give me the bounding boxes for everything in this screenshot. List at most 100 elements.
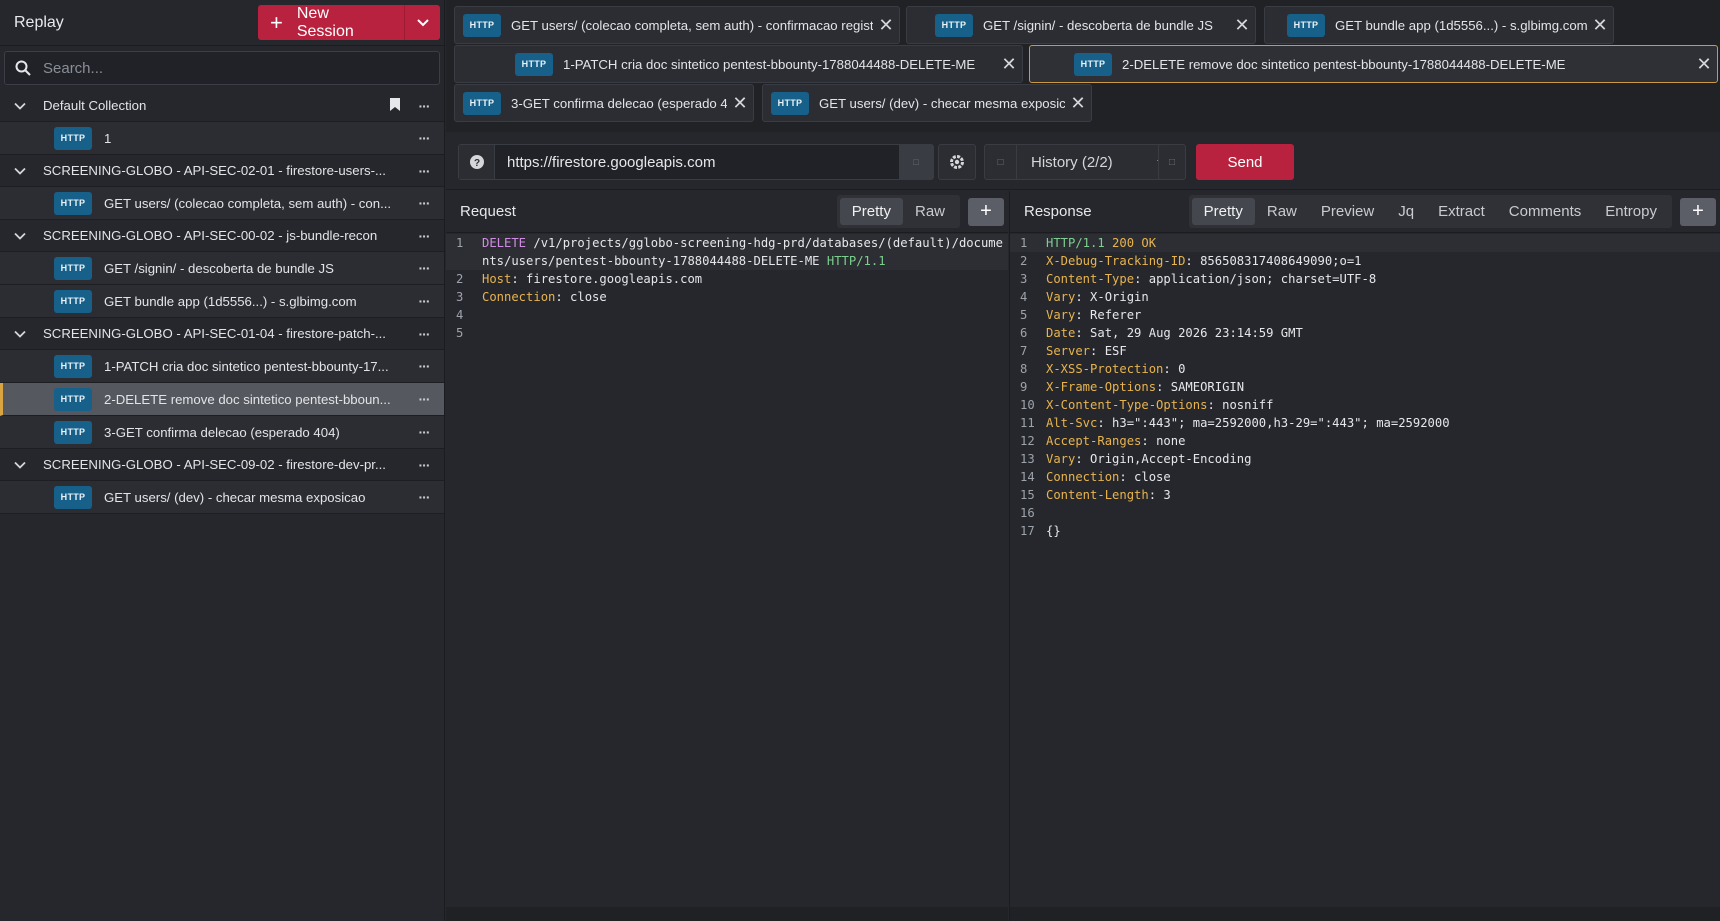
session-tab[interactable]: HTTP GET users/ (dev) - checar mesma expo…	[762, 84, 1092, 122]
code-line: 17 {}	[1010, 522, 1720, 540]
close-icon[interactable]: ✕	[1065, 93, 1091, 114]
line-number: 12	[1020, 434, 1035, 448]
line-number: 7	[1020, 344, 1028, 358]
request-item[interactable]: HTTP 1-PATCH cria doc sintetico pentest-b…	[0, 350, 444, 383]
close-icon[interactable]: ✕	[1229, 15, 1255, 36]
chevron-down-icon[interactable]	[14, 330, 28, 338]
send-button[interactable]: Send	[1196, 144, 1294, 180]
request-title: Request	[460, 203, 516, 220]
session-tab[interactable]: HTTP GET users/ (colecao completa, sem au…	[454, 6, 900, 44]
bookmark-icon[interactable]	[390, 97, 400, 114]
collection-row[interactable]: SCREENING-GLOBO - API-SEC-02-01 - firest…	[0, 155, 444, 187]
view-tab-raw[interactable]: Raw	[1255, 198, 1309, 225]
request-item[interactable]: HTTP 1 ···	[0, 122, 444, 155]
session-tab[interactable]: HTTP 3-GET confirma delecao (esperado 404…	[454, 84, 754, 122]
chevron-down-icon	[416, 18, 429, 26]
code-line: 3 Content-Type: application/json; charset…	[1010, 270, 1720, 288]
view-tab-jq[interactable]: Jq	[1386, 198, 1426, 225]
chevron-down-icon[interactable]	[14, 167, 28, 175]
code-token: Host	[482, 272, 512, 286]
code-token: X-Debug-Tracking-ID	[1046, 254, 1186, 268]
code-token: HTTP/1.1	[1046, 236, 1113, 250]
history-back-icon[interactable]: □	[985, 145, 1017, 179]
more-icon[interactable]: ···	[414, 391, 434, 407]
help-icon[interactable]: ?	[459, 145, 495, 179]
http-badge: HTTP	[54, 354, 92, 378]
code-token: X-Frame-Options	[1046, 380, 1157, 394]
request-editor[interactable]: 1 DELETE /v1/projects/gglobo-screening-hd…	[446, 233, 1008, 342]
chevron-down-icon[interactable]	[14, 102, 28, 110]
new-session-button[interactable]: + New Session	[258, 5, 440, 40]
request-item[interactable]: HTTP GET users/ (colecao completa, sem au…	[0, 187, 444, 220]
session-tab[interactable]: HTTP GET /signin/ - descoberta de bundle …	[906, 6, 1256, 44]
code-token: Alt-Svc	[1046, 416, 1098, 430]
more-icon[interactable]: ···	[414, 195, 434, 211]
code-token: Accept-Ranges	[1046, 434, 1142, 448]
history-dropdown[interactable]: □ History (2/2)	[984, 144, 1174, 180]
view-tab-raw[interactable]: Raw	[903, 198, 957, 225]
response-viewer[interactable]: 1 HTTP/1.1 200 OK 2 X-Debug-Tracking-ID: 85…	[1010, 233, 1720, 540]
settings-button[interactable]	[938, 144, 976, 180]
code-token: {}	[1046, 524, 1061, 538]
close-icon[interactable]: ✕	[1691, 54, 1717, 75]
close-icon[interactable]: ✕	[727, 93, 753, 114]
close-icon[interactable]: ✕	[873, 15, 899, 36]
code-token: HTTP/1.1	[826, 254, 886, 268]
more-icon[interactable]: ···	[414, 489, 434, 505]
history-forward-icon[interactable]: □	[1158, 144, 1186, 180]
collection-row[interactable]: SCREENING-GLOBO - API-SEC-00-02 - js-bun…	[0, 220, 444, 252]
collection-name: SCREENING-GLOBO - API-SEC-00-02 - js-bun…	[43, 228, 378, 243]
request-add-button[interactable]: +	[968, 197, 1004, 226]
session-tab[interactable]: HTTP GET bundle app (1d5556...) - s.glbim…	[1264, 6, 1614, 44]
more-icon[interactable]: ···	[414, 98, 434, 114]
request-item[interactable]: HTTP 2-DELETE remove doc sintetico pentes…	[0, 383, 444, 416]
request-item[interactable]: HTTP GET /signin/ - descoberta de bundle …	[0, 252, 444, 285]
view-tab-pretty[interactable]: Pretty	[1191, 198, 1255, 225]
view-tab-comments[interactable]: Comments	[1497, 198, 1594, 225]
more-icon[interactable]: ···	[414, 326, 434, 342]
more-icon[interactable]: ···	[414, 293, 434, 309]
collection-row[interactable]: SCREENING-GLOBO - API-SEC-01-04 - firest…	[0, 318, 444, 350]
tab-label: GET users/ (dev) - checar mesma exposica…	[819, 95, 1065, 111]
code-token: : nosniff	[1207, 398, 1274, 412]
more-icon[interactable]: ···	[414, 358, 434, 374]
code-token: : h3=":443"; ma=2592000,h3-29=":443"; ma…	[1097, 416, 1450, 430]
code-line: 7 Server: ESF	[1010, 342, 1720, 360]
response-add-button[interactable]: +	[1680, 197, 1716, 226]
collection-row[interactable]: SCREENING-GLOBO - API-SEC-09-02 - firest…	[0, 449, 444, 481]
url-field[interactable]: ? https://firestore.googleapis.com □	[458, 144, 934, 180]
view-tab-preview[interactable]: Preview	[1309, 198, 1386, 225]
view-tab-extract[interactable]: Extract	[1426, 198, 1497, 225]
request-item[interactable]: HTTP GET bundle app (1d5556...) - s.glbim…	[0, 285, 444, 318]
line-number: 13	[1020, 452, 1035, 466]
more-icon[interactable]: ···	[414, 260, 434, 276]
code-line: 16	[1010, 504, 1720, 522]
code-token: OK	[1141, 236, 1157, 250]
more-icon[interactable]: ···	[414, 228, 434, 244]
more-icon[interactable]: ···	[414, 163, 434, 179]
session-tab[interactable]: HTTP 1-PATCH cria doc sintetico pentest-b…	[454, 45, 1023, 83]
request-item[interactable]: HTTP 3-GET confirma delecao (esperado 404…	[0, 416, 444, 449]
url-options-icon[interactable]: □	[899, 145, 933, 179]
request-item[interactable]: HTTP GET users/ (dev) - checar mesma expo…	[0, 481, 444, 514]
line-text: HTTP/1.1 200 OK	[1046, 234, 1720, 252]
chevron-down-icon[interactable]	[14, 461, 28, 469]
code-token: : close	[1119, 470, 1171, 484]
chevron-down-icon[interactable]	[14, 232, 28, 240]
more-icon[interactable]: ···	[414, 457, 434, 473]
search-input[interactable]: Search...	[4, 51, 440, 85]
new-session-main[interactable]: + New Session	[258, 5, 404, 40]
collection-row[interactable]: Default Collection ···	[0, 90, 444, 122]
more-icon[interactable]: ···	[414, 424, 434, 440]
line-text: Connection: close	[482, 288, 1008, 306]
new-session-dropdown[interactable]	[404, 5, 440, 40]
close-icon[interactable]: ✕	[1587, 15, 1613, 36]
line-number: 9	[1020, 380, 1028, 394]
view-tab-pretty[interactable]: Pretty	[839, 198, 903, 225]
code-line: 2 X-Debug-Tracking-ID: 856508317408649090…	[1010, 252, 1720, 270]
url-text[interactable]: https://firestore.googleapis.com	[495, 154, 899, 171]
session-tab[interactable]: HTTP 2-DELETE remove doc sintetico pentes…	[1029, 45, 1718, 83]
close-icon[interactable]: ✕	[996, 54, 1022, 75]
more-icon[interactable]: ···	[414, 130, 434, 146]
view-tab-entropy[interactable]: Entropy	[1593, 198, 1669, 225]
